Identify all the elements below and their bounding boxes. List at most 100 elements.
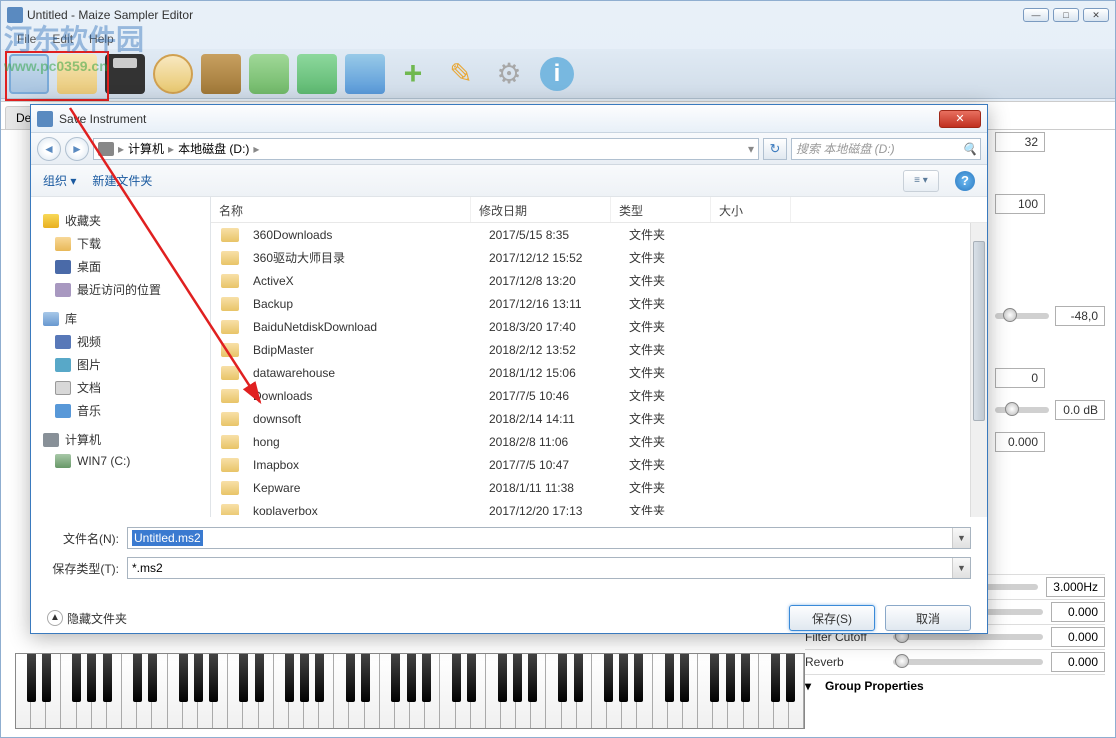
edit-ui-icon[interactable] xyxy=(297,54,337,94)
val-reverb[interactable]: 0.000 xyxy=(1051,652,1105,672)
val-2[interactable]: 100 xyxy=(995,194,1045,214)
refresh-button[interactable]: ↻ xyxy=(763,138,787,160)
file-type: 文件夹 xyxy=(621,502,721,515)
filename-input[interactable]: Untitled.ms2▼ xyxy=(127,527,971,549)
dialog-footer: ▲隐藏文件夹 保存(S) 取消 xyxy=(31,597,987,645)
lock-icon[interactable] xyxy=(249,54,289,94)
dialog-titlebar: Save Instrument ✕ xyxy=(31,105,987,133)
file-type: 文件夹 xyxy=(621,249,721,266)
sidebar-desktop[interactable]: 桌面 xyxy=(35,255,206,278)
file-name: Imapbox xyxy=(245,458,481,472)
hide-folders-toggle[interactable]: ▲隐藏文件夹 xyxy=(47,610,127,627)
slider-db[interactable] xyxy=(995,407,1049,413)
val-1[interactable]: 32 xyxy=(995,132,1045,152)
menu-edit[interactable]: Edit xyxy=(52,32,73,46)
close-button[interactable]: ✕ xyxy=(1083,8,1109,22)
sidebar-libraries[interactable]: 库 xyxy=(35,307,206,330)
sidebar-drive-c[interactable]: WIN7 (C:) xyxy=(35,451,206,471)
organize-menu[interactable]: 组织 ▾ xyxy=(43,172,76,189)
val-3[interactable]: -48,0 xyxy=(1055,306,1105,326)
col-type[interactable]: 类型 xyxy=(611,197,711,222)
menu-help[interactable]: Help xyxy=(89,32,114,46)
col-size[interactable]: 大小 xyxy=(711,197,791,222)
val-hz[interactable]: 3.000Hz xyxy=(1046,577,1105,597)
search-input[interactable]: 搜索 本地磁盘 (D:) 🔍 xyxy=(791,138,981,160)
save-button[interactable]: 保存(S) xyxy=(789,605,875,631)
view-button[interactable]: ≡ ▾ xyxy=(903,170,939,192)
val-p1[interactable]: 0.000 xyxy=(995,432,1045,452)
path-drive[interactable]: 本地磁盘 (D:) xyxy=(178,140,249,157)
file-row[interactable]: BaiduNetdiskDownload2018/3/20 17:40文件夹 xyxy=(211,315,987,338)
file-row[interactable]: 360Downloads2017/5/15 8:35文件夹 xyxy=(211,223,987,246)
sidebar-music[interactable]: 音乐 xyxy=(35,399,206,422)
col-date[interactable]: 修改日期 xyxy=(471,197,611,222)
address-bar[interactable]: ▸ 计算机 ▸ 本地磁盘 (D:) ▸ ▾ xyxy=(93,138,759,160)
file-row[interactable]: hong2018/2/8 11:06文件夹 xyxy=(211,430,987,453)
folder-icon xyxy=(221,435,239,449)
chevron-down-icon[interactable]: ▼ xyxy=(952,558,970,578)
sidebar-computer[interactable]: 计算机 xyxy=(35,428,206,451)
file-list-header[interactable]: 名称 修改日期 类型 大小 xyxy=(211,197,987,223)
gear-icon[interactable]: ⚙ xyxy=(489,54,529,94)
file-type: 文件夹 xyxy=(621,295,721,312)
slider-1[interactable] xyxy=(995,313,1049,319)
info-icon[interactable]: i xyxy=(537,54,577,94)
new-folder-button[interactable]: 新建文件夹 xyxy=(92,172,152,189)
file-row[interactable]: Downloads2017/7/5 10:46文件夹 xyxy=(211,384,987,407)
file-row[interactable]: Imapbox2017/7/5 10:47文件夹 xyxy=(211,453,987,476)
chevron-down-icon[interactable]: ▼ xyxy=(952,528,970,548)
sidebar-downloads[interactable]: 下载 xyxy=(35,232,206,255)
file-row[interactable]: downsoft2018/2/14 14:11文件夹 xyxy=(211,407,987,430)
export-icon[interactable] xyxy=(201,54,241,94)
col-name[interactable]: 名称 xyxy=(211,197,471,222)
pencil-icon[interactable]: ✎ xyxy=(441,54,481,94)
minimize-button[interactable]: — xyxy=(1023,8,1049,22)
file-date: 2017/12/16 13:11 xyxy=(481,297,621,311)
val-filter[interactable]: 0.000 xyxy=(1051,627,1105,647)
dialog-close-button[interactable]: ✕ xyxy=(939,110,981,128)
file-type: 文件夹 xyxy=(621,318,721,335)
file-date: 2017/7/5 10:46 xyxy=(481,389,621,403)
file-row[interactable]: 360驱动大师目录2017/12/12 15:52文件夹 xyxy=(211,246,987,269)
file-row[interactable]: ActiveX2017/12/8 13:20文件夹 xyxy=(211,269,987,292)
file-date: 2017/12/12 15:52 xyxy=(481,251,621,265)
cancel-button[interactable]: 取消 xyxy=(885,605,971,631)
file-type: 文件夹 xyxy=(621,433,721,450)
file-row[interactable]: Kepware2018/1/11 11:38文件夹 xyxy=(211,476,987,499)
sidebar-documents[interactable]: 文档 xyxy=(35,376,206,399)
slider-reverb[interactable] xyxy=(893,659,1043,665)
val-db[interactable]: 0.0 dB xyxy=(1055,400,1105,420)
file-row[interactable]: koplayerbox2017/12/20 17:13文件夹 xyxy=(211,499,987,515)
sidebar-recent[interactable]: 最近访问的位置 xyxy=(35,278,206,301)
file-row[interactable]: Backup2017/12/16 13:11文件夹 xyxy=(211,292,987,315)
scroll-thumb[interactable] xyxy=(973,241,985,421)
main-toolbar: + ✎ ⚙ i xyxy=(1,49,1115,99)
sidebar-favorites[interactable]: 收藏夹 xyxy=(35,209,206,232)
group-header[interactable]: Group Properties xyxy=(825,679,924,693)
new-icon[interactable] xyxy=(9,54,49,94)
menu-file[interactable]: File xyxy=(17,32,36,46)
file-row[interactable]: datawarehouse2018/1/12 15:06文件夹 xyxy=(211,361,987,384)
savetype-select[interactable]: *.ms2▼ xyxy=(127,557,971,579)
file-date: 2017/12/8 13:20 xyxy=(481,274,621,288)
nav-forward-button[interactable]: ► xyxy=(65,137,89,161)
plus-icon[interactable]: + xyxy=(393,54,433,94)
nav-back-button[interactable]: ◄ xyxy=(37,137,61,161)
folder-icon xyxy=(221,504,239,516)
piano-keyboard[interactable] xyxy=(15,653,805,729)
sidebar-video[interactable]: 视频 xyxy=(35,330,206,353)
file-row[interactable]: BdipMaster2018/2/12 13:52文件夹 xyxy=(211,338,987,361)
maximize-button[interactable]: □ xyxy=(1053,8,1079,22)
save-as-icon[interactable] xyxy=(153,54,193,94)
folder-icon[interactable] xyxy=(345,54,385,94)
save-icon[interactable] xyxy=(105,54,145,94)
path-computer[interactable]: 计算机 xyxy=(128,140,164,157)
val-p2[interactable]: 0.000 xyxy=(1051,602,1105,622)
sidebar-pictures[interactable]: 图片 xyxy=(35,353,206,376)
open-icon[interactable] xyxy=(57,54,97,94)
scrollbar[interactable] xyxy=(970,223,987,517)
file-type: 文件夹 xyxy=(621,410,721,427)
help-button[interactable]: ? xyxy=(955,171,975,191)
val-4[interactable]: 0 xyxy=(995,368,1045,388)
file-name: Kepware xyxy=(245,481,481,495)
